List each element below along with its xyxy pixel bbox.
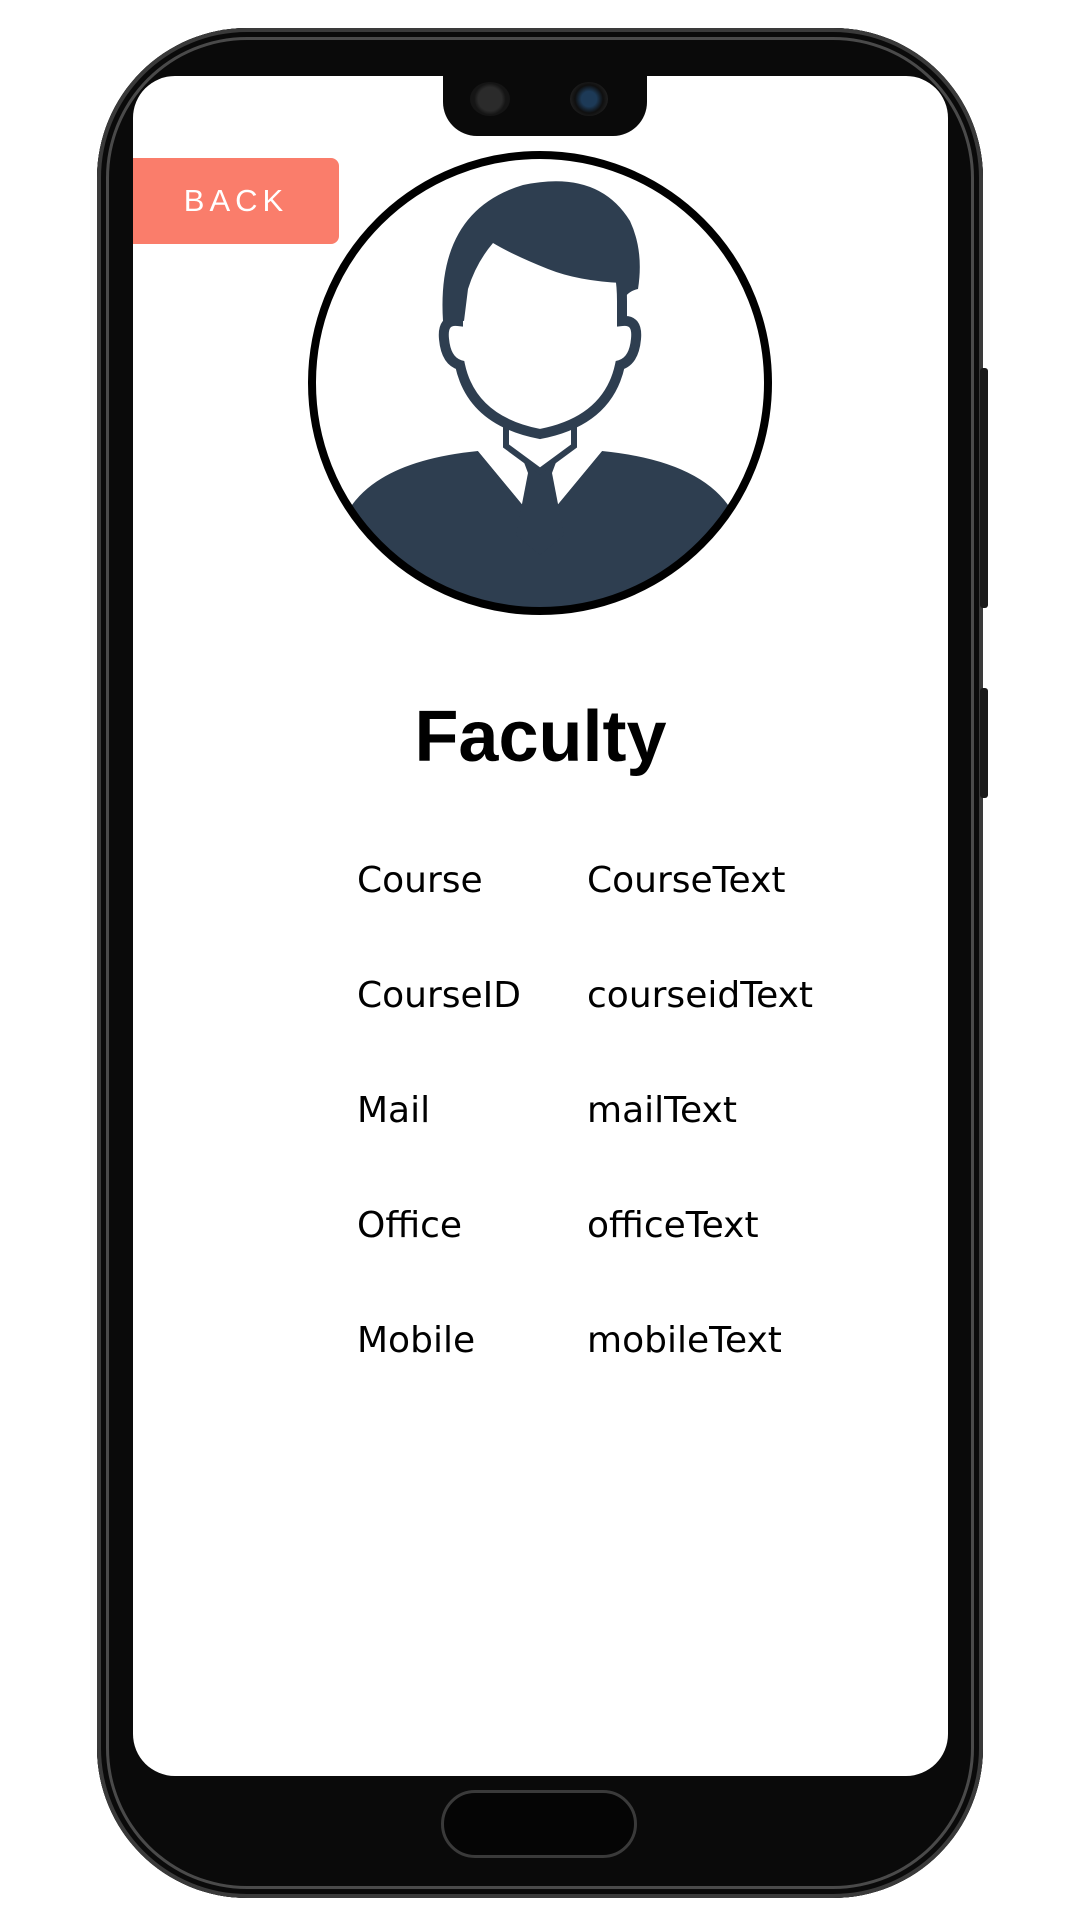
- course-value: CourseText: [587, 860, 786, 901]
- page: BACK Faculty Course CourseText CourseID …: [0, 0, 1080, 1920]
- office-label: Office: [357, 1205, 463, 1246]
- course-label: Course: [357, 860, 483, 901]
- page-title: Faculty: [414, 697, 667, 777]
- mobile-label: Mobile: [357, 1320, 476, 1361]
- mobile-value: mobileText: [587, 1320, 782, 1361]
- businessman-avatar-icon: [308, 151, 772, 615]
- mail-value: mailText: [587, 1090, 737, 1131]
- mail-label: Mail: [357, 1090, 431, 1131]
- courseid-label: CourseID: [357, 975, 522, 1016]
- back-button[interactable]: BACK: [133, 158, 339, 244]
- volume-button: [980, 368, 988, 608]
- power-button: [980, 688, 988, 798]
- earpiece-speaker: [470, 82, 510, 116]
- office-value: officeText: [587, 1205, 759, 1246]
- courseid-value: courseidText: [587, 975, 814, 1016]
- front-camera: [570, 82, 608, 116]
- home-button[interactable]: [441, 1790, 637, 1858]
